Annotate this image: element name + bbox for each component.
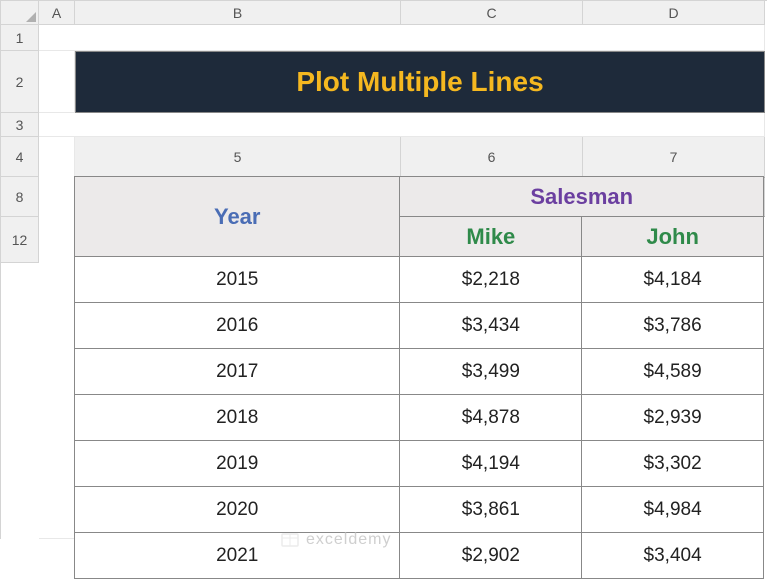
cell-john[interactable]: $4,184 xyxy=(582,257,764,303)
cell-mike[interactable]: $3,861 xyxy=(400,487,582,533)
row-header-7[interactable]: 7 xyxy=(583,137,765,177)
select-all-corner[interactable] xyxy=(1,1,39,25)
table-row[interactable]: 2020 $3,861 $4,984 xyxy=(75,487,764,533)
cell-john[interactable]: $4,589 xyxy=(582,349,764,395)
cell-year[interactable]: 2019 xyxy=(75,441,400,487)
cell-year[interactable]: 2018 xyxy=(75,395,400,441)
cell-mike[interactable]: $4,194 xyxy=(400,441,582,487)
header-mike[interactable]: Mike xyxy=(400,217,582,257)
col-header-d[interactable]: D xyxy=(583,1,765,25)
cell-john[interactable]: $3,786 xyxy=(582,303,764,349)
row-header-4[interactable]: 4 xyxy=(1,137,39,177)
header-salesman[interactable]: Salesman xyxy=(400,177,764,217)
table-row[interactable]: 2015 $2,218 $4,184 xyxy=(75,257,764,303)
cell-john[interactable]: $2,939 xyxy=(582,395,764,441)
table-row[interactable]: 2021 $2,902 $3,404 xyxy=(75,533,764,579)
table-row[interactable]: 2019 $4,194 $3,302 xyxy=(75,441,764,487)
row-header-6[interactable]: 6 xyxy=(401,137,583,177)
data-table: Year Salesman Mike John 2015 $2,218 $4,1… xyxy=(74,176,764,579)
cell-mike[interactable]: $2,902 xyxy=(400,533,582,579)
cell-john[interactable]: $4,984 xyxy=(582,487,764,533)
table-row[interactable]: 2016 $3,434 $3,786 xyxy=(75,303,764,349)
cell-john[interactable]: $3,302 xyxy=(582,441,764,487)
cell-mike[interactable]: $4,878 xyxy=(400,395,582,441)
col-header-a[interactable]: A xyxy=(39,1,75,25)
col-header-b[interactable]: B xyxy=(75,1,401,25)
cell-john[interactable]: $3,404 xyxy=(582,533,764,579)
table-row[interactable]: 2018 $4,878 $2,939 xyxy=(75,395,764,441)
row-header-3[interactable]: 3 xyxy=(1,113,39,137)
row-header-12[interactable]: 12 xyxy=(1,217,39,263)
header-john[interactable]: John xyxy=(582,217,764,257)
row-header-5[interactable]: 5 xyxy=(75,137,401,177)
cell-mike[interactable]: $3,499 xyxy=(400,349,582,395)
cell-mike[interactable]: $2,218 xyxy=(400,257,582,303)
cell-year[interactable]: 2017 xyxy=(75,349,400,395)
row-header-1[interactable]: 1 xyxy=(1,25,39,51)
table-body: 2015 $2,218 $4,184 2016 $3,434 $3,786 20… xyxy=(75,257,764,579)
cell-year[interactable]: 2015 xyxy=(75,257,400,303)
cell-year[interactable]: 2016 xyxy=(75,303,400,349)
header-year[interactable]: Year xyxy=(75,177,400,257)
title-banner: Plot Multiple Lines xyxy=(75,51,765,113)
cell-mike[interactable]: $3,434 xyxy=(400,303,582,349)
cell-year[interactable]: 2021 xyxy=(75,533,400,579)
cell-year[interactable]: 2020 xyxy=(75,487,400,533)
col-header-c[interactable]: C xyxy=(401,1,583,25)
table-row[interactable]: 2017 $3,499 $4,589 xyxy=(75,349,764,395)
row-header-2[interactable]: 2 xyxy=(1,51,39,113)
row-header-8[interactable]: 8 xyxy=(1,177,39,217)
